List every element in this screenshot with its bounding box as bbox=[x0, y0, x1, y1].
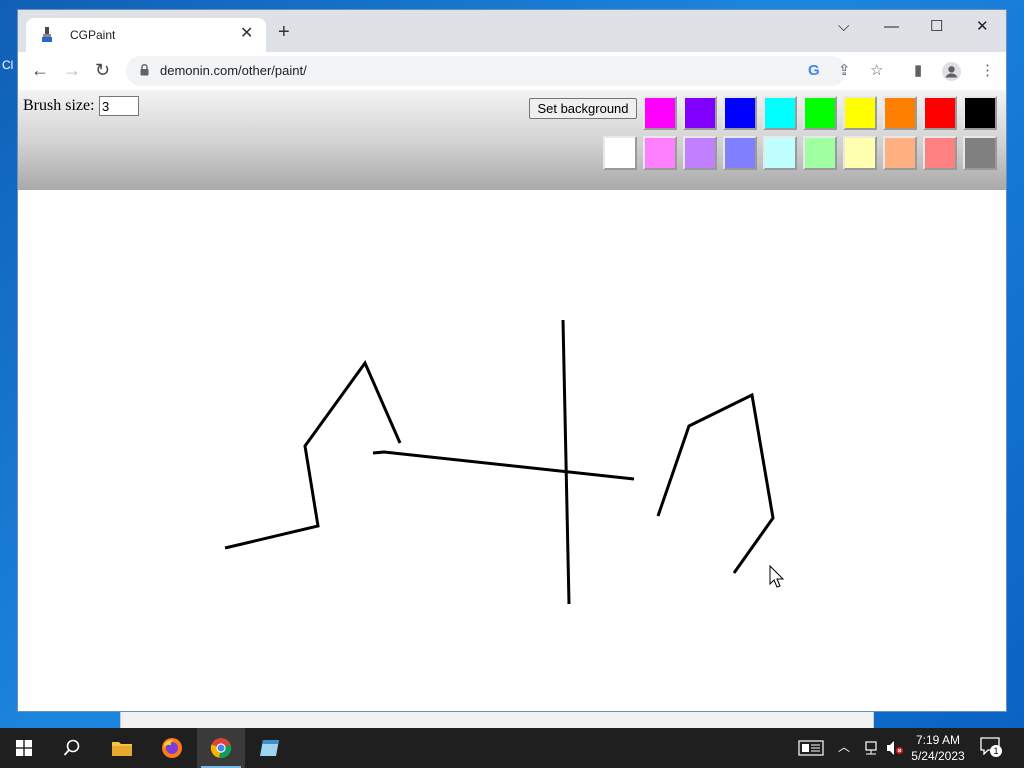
color-swatch[interactable] bbox=[683, 136, 717, 170]
volume-muted-icon[interactable] bbox=[886, 740, 904, 756]
tab-title: CGPaint bbox=[70, 28, 116, 42]
color-swatch[interactable] bbox=[883, 136, 917, 170]
color-swatch[interactable] bbox=[723, 96, 757, 130]
maximize-icon[interactable]: ☐ bbox=[930, 18, 943, 36]
color-swatch[interactable] bbox=[883, 96, 917, 130]
paintbrush-icon bbox=[42, 27, 52, 42]
color-swatch[interactable] bbox=[923, 96, 957, 130]
desktop-icon-label[interactable]: Cl bbox=[2, 58, 13, 72]
brush-size-label: Brush size: bbox=[23, 97, 95, 114]
new-tab-icon[interactable]: + bbox=[278, 22, 290, 42]
taskbar-file-explorer[interactable] bbox=[98, 728, 146, 768]
notification-count-badge: 1 bbox=[990, 745, 1002, 757]
tab-strip: CGPaint ✕ + ⌵ — ☐ ✕ bbox=[18, 10, 1006, 52]
set-background-button[interactable]: Set background bbox=[529, 98, 637, 119]
reload-icon[interactable]: ↻ bbox=[95, 61, 110, 79]
taskbar: ︿ 7:19 AM 5/24/2023 1 bbox=[0, 728, 1024, 768]
lock-icon bbox=[140, 64, 149, 76]
taskbar-search-button[interactable] bbox=[48, 728, 96, 768]
side-panel-icon[interactable]: ▮ bbox=[914, 62, 922, 80]
color-swatch[interactable] bbox=[923, 136, 957, 170]
clock[interactable]: 7:19 AM 5/24/2023 bbox=[906, 732, 970, 764]
news-widget-icon[interactable] bbox=[798, 740, 824, 756]
color-swatch[interactable] bbox=[683, 96, 717, 130]
color-swatch[interactable] bbox=[763, 136, 797, 170]
clock-date: 5/24/2023 bbox=[911, 749, 965, 763]
paint-controls: Brush size: Set background bbox=[18, 90, 1006, 190]
google-lens-icon[interactable]: G bbox=[808, 62, 820, 80]
mouse-cursor-icon bbox=[769, 564, 785, 588]
search-icon bbox=[63, 739, 80, 756]
bookmark-star-icon[interactable]: ☆ bbox=[870, 62, 883, 80]
chrome-menu-icon[interactable]: ⋮ bbox=[980, 62, 995, 80]
taskbar-chrome[interactable] bbox=[197, 728, 245, 768]
color-swatch[interactable] bbox=[963, 136, 997, 170]
brush-size-input[interactable] bbox=[99, 96, 139, 116]
profile-avatar-icon[interactable] bbox=[942, 62, 961, 81]
tab-cgpaint[interactable]: CGPaint ✕ bbox=[26, 18, 266, 52]
color-swatch[interactable] bbox=[963, 96, 997, 130]
start-button[interactable] bbox=[0, 728, 48, 768]
color-swatch[interactable] bbox=[803, 96, 837, 130]
taskbar-notepad[interactable] bbox=[246, 728, 294, 768]
firefox-icon bbox=[162, 738, 182, 758]
browser-toolbar: ← → ↻ demonin.com/other/paint/ G ⇪ ☆ ▮ ⋮ bbox=[18, 52, 1006, 91]
notepad-icon bbox=[260, 740, 279, 756]
color-swatch[interactable] bbox=[603, 136, 637, 170]
drawing-canvas[interactable] bbox=[18, 190, 1006, 711]
address-bar[interactable]: demonin.com/other/paint/ G ⇪ ☆ bbox=[126, 56, 883, 86]
cgpaint-page: Brush size: Set background bbox=[18, 90, 1006, 711]
close-window-icon[interactable]: ✕ bbox=[976, 18, 989, 36]
color-swatch[interactable] bbox=[643, 96, 677, 130]
chrome-icon bbox=[210, 738, 232, 759]
color-swatch[interactable] bbox=[723, 136, 757, 170]
windows-logo-icon bbox=[16, 740, 32, 756]
clock-time: 7:19 AM bbox=[915, 733, 961, 747]
tab-close-icon[interactable]: ✕ bbox=[240, 26, 253, 42]
color-swatch[interactable] bbox=[643, 136, 677, 170]
color-swatch[interactable] bbox=[843, 136, 877, 170]
forward-icon[interactable]: → bbox=[63, 61, 81, 79]
back-icon[interactable]: ← bbox=[31, 61, 49, 79]
minimize-icon[interactable]: — bbox=[884, 18, 899, 36]
folder-icon bbox=[112, 742, 132, 756]
stroke-path bbox=[656, 392, 775, 574]
background-window-edge bbox=[120, 708, 874, 728]
color-swatch[interactable] bbox=[803, 136, 837, 170]
network-icon[interactable] bbox=[862, 741, 880, 755]
notification-center-button[interactable]: 1 bbox=[980, 737, 1004, 759]
color-swatch[interactable] bbox=[763, 96, 797, 130]
drawn-strokes bbox=[224, 319, 775, 605]
taskbar-firefox[interactable] bbox=[148, 728, 196, 768]
stroke-path bbox=[372, 450, 635, 481]
show-hidden-icons-icon[interactable]: ︿ bbox=[838, 740, 850, 754]
share-icon[interactable]: ⇪ bbox=[838, 62, 851, 80]
stroke-path bbox=[224, 359, 402, 550]
tab-search-icon[interactable]: ⌵ bbox=[838, 18, 849, 36]
url-text: demonin.com/other/paint/ bbox=[160, 63, 307, 78]
stroke-path bbox=[561, 319, 571, 605]
browser-window: CGPaint ✕ + ⌵ — ☐ ✕ ← → ↻ demonin.com/ot… bbox=[18, 10, 1006, 711]
color-swatch[interactable] bbox=[843, 96, 877, 130]
